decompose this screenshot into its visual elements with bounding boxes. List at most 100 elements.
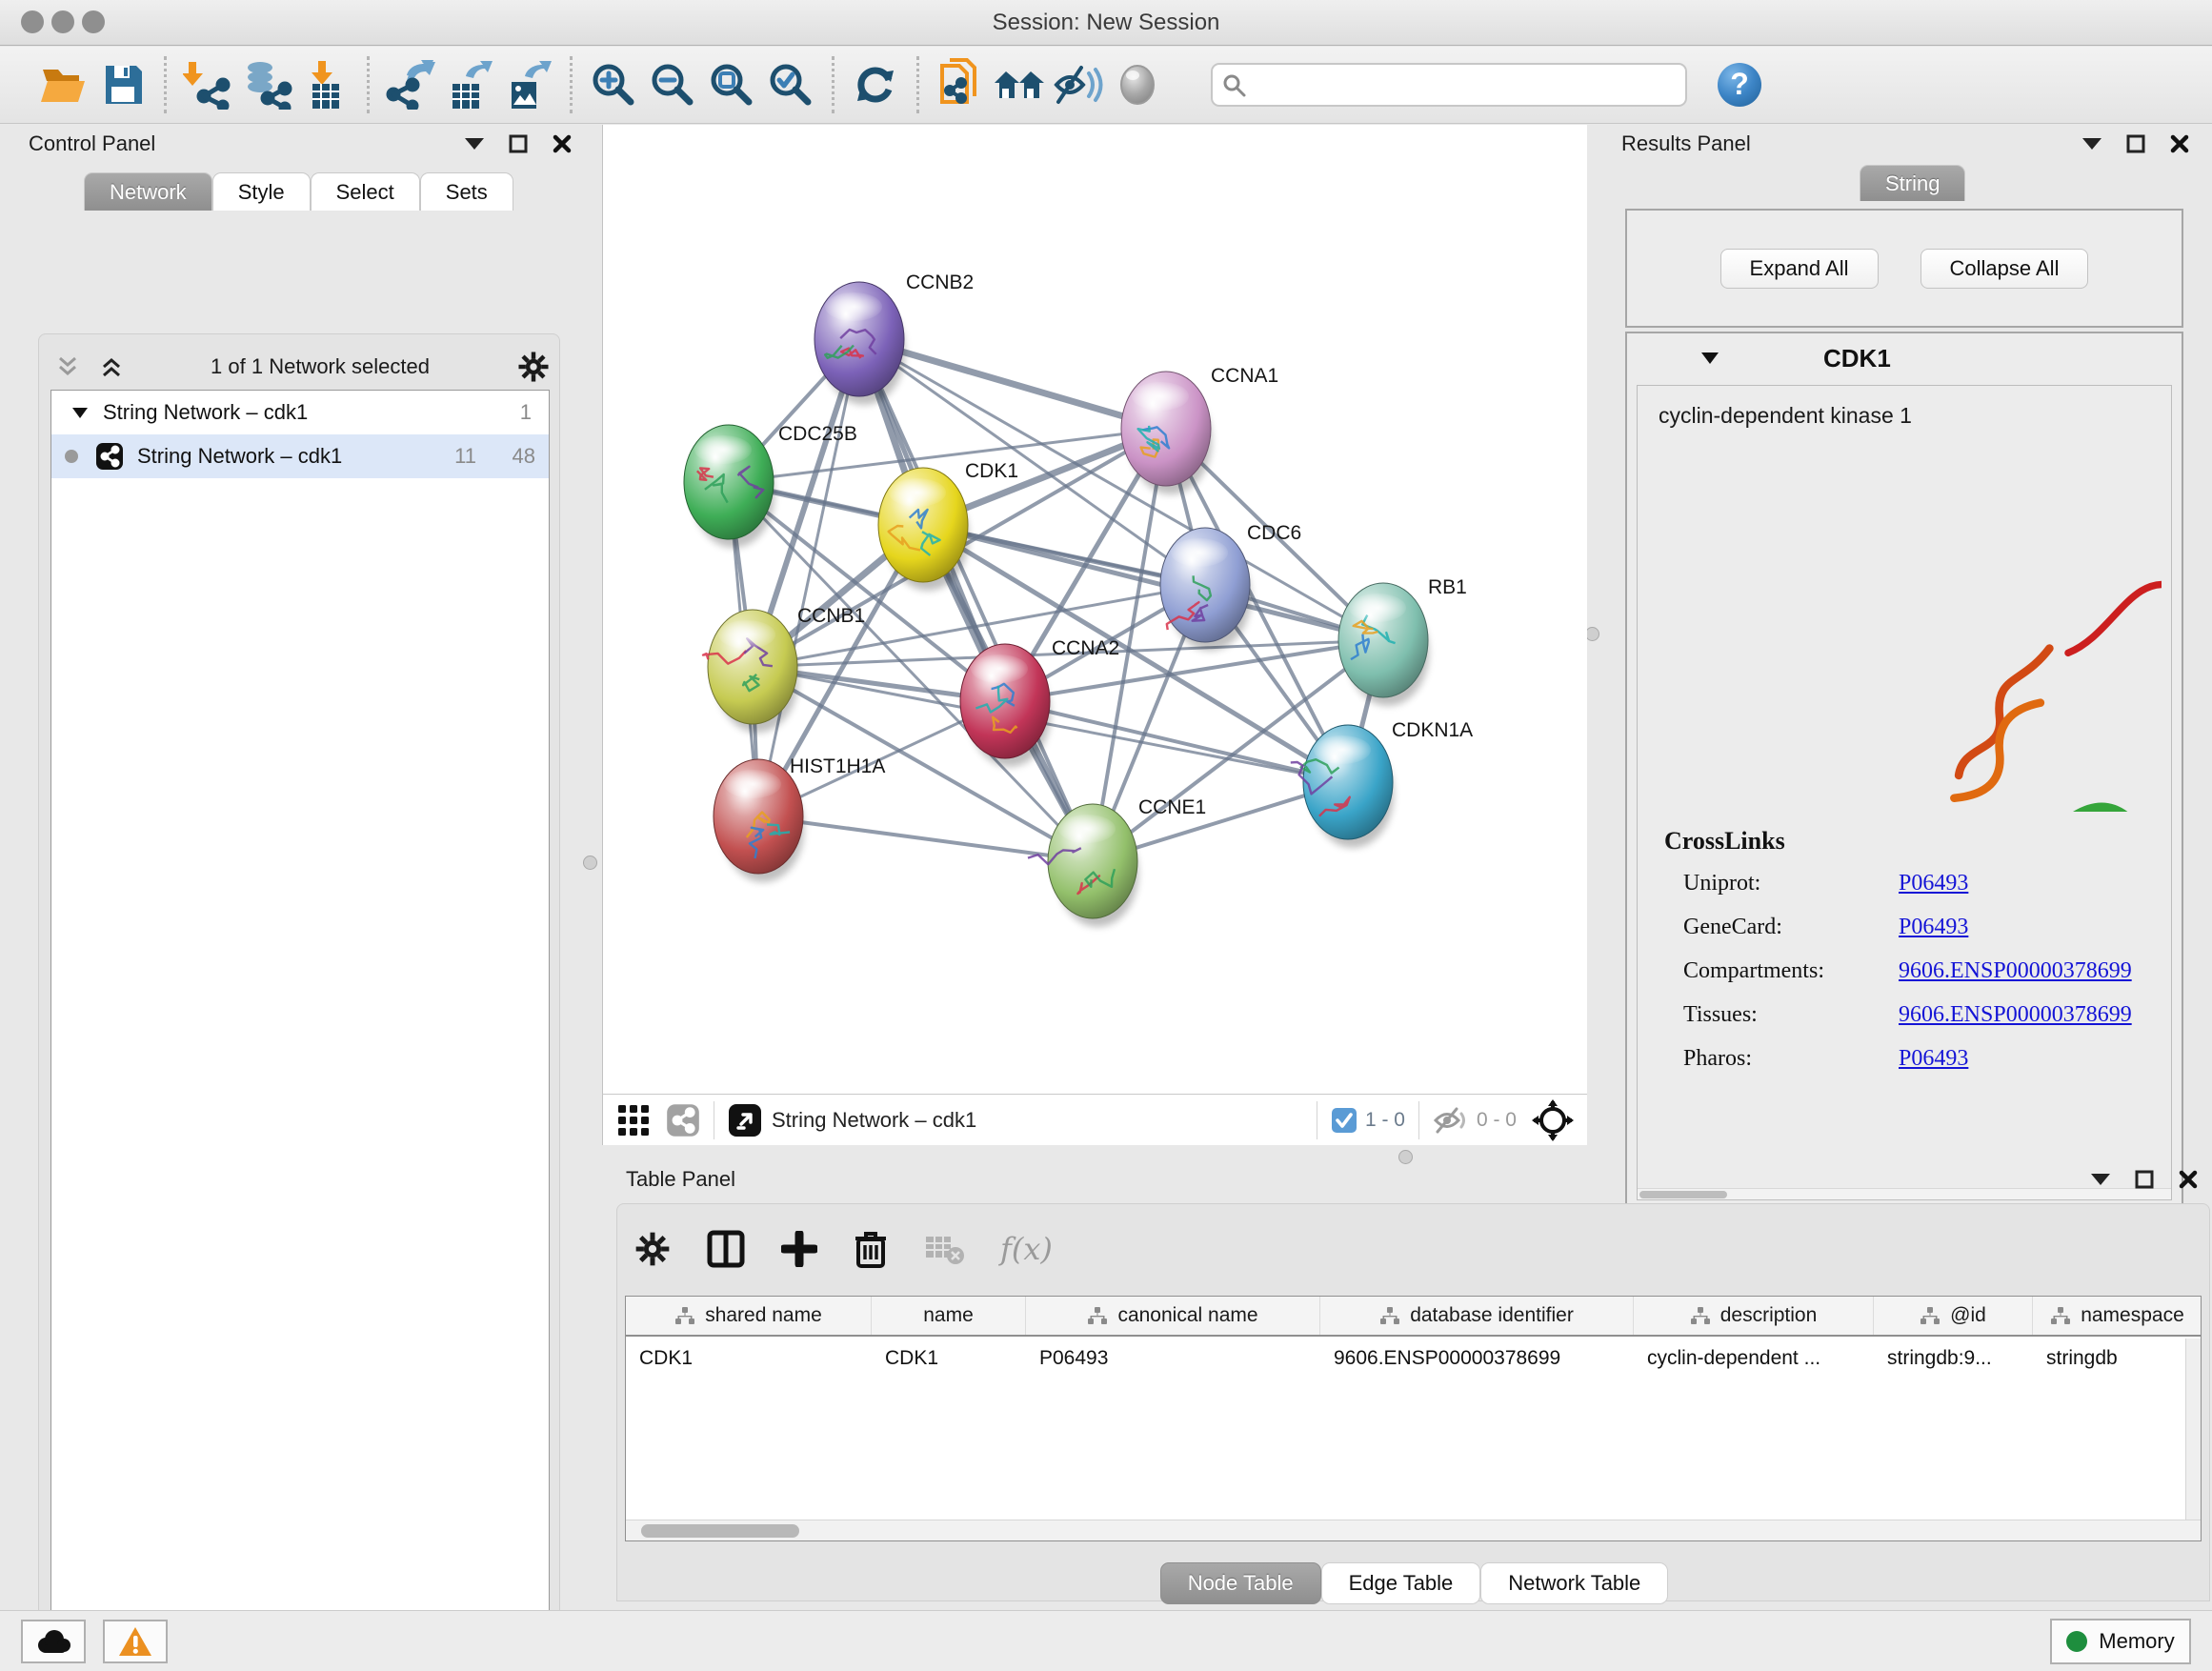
share-file-icon[interactable] <box>931 56 990 113</box>
network-node-CDC6[interactable] <box>1160 528 1251 651</box>
table-hscroll-thumb[interactable] <box>641 1524 799 1538</box>
tab-string-results[interactable]: String <box>1860 165 1965 201</box>
network-canvas[interactable]: CCNB2CCNA1CDC25BCDK1CDC6RB1CCNB1CCNA2CDK… <box>602 125 1587 1094</box>
hidden-elements-eye-icon[interactable] <box>1433 1106 1469 1135</box>
help-icon[interactable]: ? <box>1710 56 1769 113</box>
network-node-CCNE1[interactable] <box>1028 804 1138 927</box>
table-cell[interactable]: stringdb <box>2033 1337 2202 1380</box>
presentation-icon[interactable] <box>1108 56 1167 113</box>
export-table-icon[interactable] <box>440 56 499 113</box>
collection-expander-icon[interactable] <box>72 408 88 418</box>
table-cell[interactable]: 9606.ENSP00000378699 <box>1320 1337 1634 1380</box>
delete-table-icon[interactable] <box>924 1233 964 1265</box>
network-node-CDK1[interactable] <box>878 468 969 591</box>
table-vscrollbar[interactable] <box>2185 1339 2201 1520</box>
crosslink-url[interactable]: P06493 <box>1899 871 1968 896</box>
import-database-icon[interactable] <box>237 56 296 113</box>
column-header--id[interactable]: @id <box>1874 1297 2033 1335</box>
network-edge-CCNB2-CCNA1[interactable] <box>859 339 1166 429</box>
table-cell[interactable]: P06493 <box>1026 1337 1320 1380</box>
crosslink-url[interactable]: 9606.ENSP00000378699 <box>1899 958 2132 984</box>
crosslink-url[interactable]: P06493 <box>1899 915 1968 940</box>
homes-icon[interactable] <box>990 56 1049 113</box>
float-panel-icon[interactable] <box>2135 1170 2154 1189</box>
network-node-RB1[interactable] <box>1338 583 1429 706</box>
import-table-icon[interactable] <box>296 56 355 113</box>
expand-all-button[interactable]: Expand All <box>1720 249 1879 289</box>
float-panel-icon[interactable] <box>509 134 528 153</box>
network-node-CDC25B[interactable] <box>684 425 774 548</box>
table-cell[interactable]: CDK1 <box>626 1337 872 1380</box>
show-columns-icon[interactable] <box>707 1230 745 1268</box>
tab-edge-table[interactable]: Edge Table <box>1321 1562 1481 1604</box>
import-network-icon[interactable] <box>178 56 237 113</box>
crosslink-url[interactable]: P06493 <box>1899 1046 1968 1072</box>
table-row[interactable]: CDK1CDK1P064939606.ENSP00000378699cyclin… <box>626 1337 2201 1380</box>
zoom-out-icon[interactable] <box>643 56 702 113</box>
network-view-icon[interactable] <box>666 1103 700 1137</box>
add-column-icon[interactable] <box>781 1231 817 1267</box>
cloud-button[interactable] <box>21 1620 86 1663</box>
zoom-in-icon[interactable] <box>584 56 643 113</box>
table-cell[interactable]: CDK1 <box>872 1337 1026 1380</box>
search-input[interactable] <box>1211 63 1687 107</box>
tab-node-table[interactable]: Node Table <box>1160 1562 1321 1604</box>
memory-button[interactable]: Memory <box>2050 1619 2191 1664</box>
network-node-CCNA1[interactable] <box>1121 372 1212 494</box>
column-header-name[interactable]: name <box>872 1297 1026 1335</box>
column-header-description[interactable]: description <box>1634 1297 1874 1335</box>
collapse-all-button[interactable]: Collapse All <box>1920 249 2089 289</box>
zoom-selected-icon[interactable] <box>761 56 820 113</box>
panel-menu-icon[interactable] <box>2091 1174 2110 1185</box>
close-panel-icon[interactable] <box>2170 134 2189 153</box>
function-builder-icon[interactable]: f(x) <box>1000 1231 1053 1267</box>
column-header-database-identifier[interactable]: database identifier <box>1320 1297 1634 1335</box>
birdseye-nav-icon[interactable] <box>1532 1099 1574 1141</box>
open-session-icon[interactable] <box>34 56 93 113</box>
network-node-CCNB2[interactable] <box>814 282 905 405</box>
table-settings-icon[interactable] <box>634 1231 671 1267</box>
column-header-canonical-name[interactable]: canonical name <box>1026 1297 1320 1335</box>
network-edge-CCNB2-CCNE1[interactable] <box>859 339 1093 861</box>
detach-view-icon[interactable] <box>728 1103 762 1137</box>
expand-all-networks-icon[interactable] <box>100 356 123 377</box>
warning-button[interactable] <box>103 1620 168 1663</box>
close-panel-icon[interactable] <box>553 134 572 153</box>
network-node-CCNB1[interactable] <box>703 610 798 733</box>
section-expander-icon[interactable] <box>1701 352 1719 364</box>
tab-style[interactable]: Style <box>212 172 311 211</box>
network-collection-row[interactable]: String Network – cdk1 1 <box>51 391 549 434</box>
export-image-icon[interactable] <box>499 56 558 113</box>
panel-menu-icon[interactable] <box>465 138 484 150</box>
refresh-layout-icon[interactable] <box>846 56 905 113</box>
selected-nodes-checkbox-icon[interactable] <box>1331 1107 1357 1134</box>
export-network-icon[interactable] <box>381 56 440 113</box>
network-node-CCNA2[interactable] <box>960 644 1051 767</box>
table-cell[interactable]: stringdb:9... <box>1874 1337 2033 1380</box>
float-panel-icon[interactable] <box>2126 134 2145 153</box>
tab-select[interactable]: Select <box>311 172 420 211</box>
panel-menu-icon[interactable] <box>2082 138 2101 150</box>
hide-unhide-panels-icon[interactable] <box>1049 56 1108 113</box>
grid-view-icon[interactable] <box>616 1103 651 1137</box>
save-session-icon[interactable] <box>93 56 152 113</box>
network-edge-CCNB2-HIST1H1A[interactable] <box>758 339 859 816</box>
collapse-all-networks-icon[interactable] <box>56 356 79 377</box>
crosslink-url[interactable]: 9606.ENSP00000378699 <box>1899 1002 2132 1028</box>
network-node-CDKN1A[interactable] <box>1291 725 1394 848</box>
tab-sets[interactable]: Sets <box>420 172 513 211</box>
tab-network[interactable]: Network <box>84 172 212 211</box>
close-panel-icon[interactable] <box>2179 1170 2198 1189</box>
left-splitter-handle[interactable] <box>583 856 597 870</box>
column-header-shared-name[interactable]: shared name <box>626 1297 872 1335</box>
network-edge-HIST1H1A-CCNE1[interactable] <box>758 816 1093 861</box>
network-options-gear-icon[interactable] <box>517 351 550 383</box>
network-node-HIST1H1A[interactable] <box>714 759 804 882</box>
table-hscrollbar[interactable] <box>626 1520 2201 1540</box>
tab-network-table[interactable]: Network Table <box>1480 1562 1668 1604</box>
table-cell[interactable]: cyclin-dependent ... <box>1634 1337 1874 1380</box>
network-row[interactable]: String Network – cdk1 11 48 <box>51 434 549 478</box>
delete-column-icon[interactable] <box>854 1230 888 1268</box>
column-header-namespace[interactable]: namespace <box>2033 1297 2202 1335</box>
zoom-fit-icon[interactable] <box>702 56 761 113</box>
